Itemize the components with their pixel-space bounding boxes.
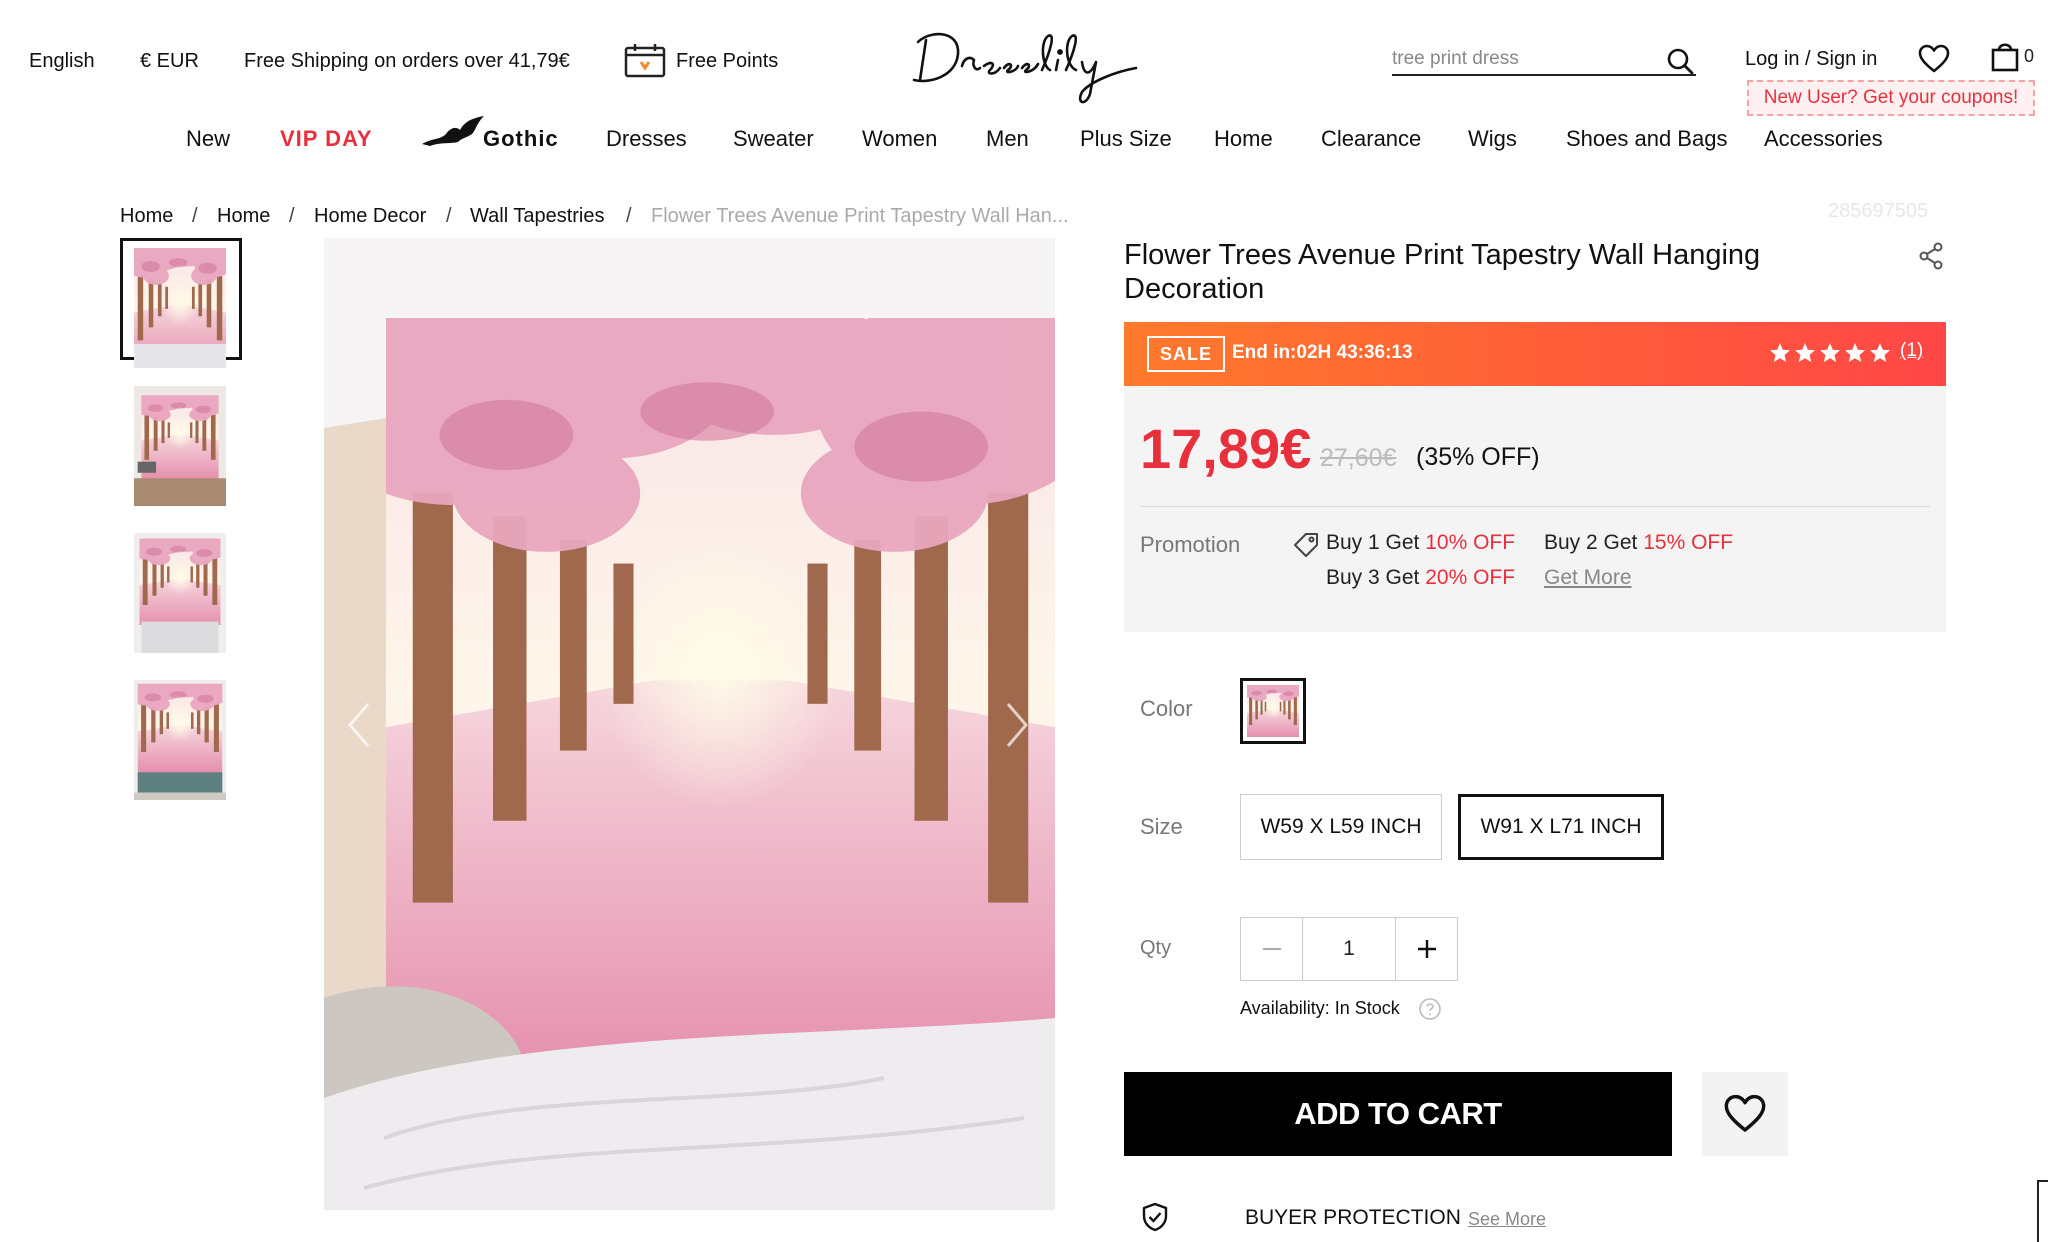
availability-status: Availability: In Stock (1240, 998, 1400, 1018)
product-title: Flower Trees Avenue Print Tapestry Wall … (1124, 239, 1761, 305)
breadcrumb-separator: / (446, 205, 452, 227)
add-to-wishlist-button[interactable] (1702, 1072, 1788, 1156)
breadcrumb-separator: / (192, 205, 198, 227)
next-image-arrow-icon[interactable] (1002, 700, 1032, 750)
nav-item-plus-size[interactable]: Plus Size (1080, 126, 1172, 152)
nav-item-home[interactable]: Home (1214, 126, 1273, 152)
edge-decoration (2037, 1180, 2048, 1242)
wishlist-heart-icon[interactable] (1918, 44, 1950, 74)
nav-item-sweater[interactable]: Sweater (733, 126, 814, 152)
quantity-stepper: 1 (1240, 917, 1458, 981)
help-question-icon[interactable] (1418, 997, 1442, 1021)
add-to-cart-button[interactable]: ADD TO CART (1124, 1072, 1672, 1156)
discount-percent: (35% OFF) (1416, 443, 1540, 471)
sale-badge: SALE (1147, 336, 1225, 372)
free-points-link[interactable]: Free Points (676, 50, 778, 73)
thumbnail-4[interactable] (134, 680, 226, 800)
nav-item-accessories[interactable]: Accessories (1764, 126, 1883, 152)
nav-item-wigs[interactable]: Wigs (1468, 126, 1517, 152)
dresslily-logo[interactable] (900, 22, 1170, 108)
free-shipping-text: Free Shipping on orders over 41,79€ (244, 50, 570, 72)
nav-item-vip-day[interactable]: VIP DAY (280, 126, 373, 152)
cart-count: 0 (2024, 46, 2035, 66)
thumbnail-3[interactable] (134, 533, 226, 653)
buyer-protection-label: BUYER PROTECTION (1245, 1206, 1461, 1229)
qty-input[interactable]: 1 (1303, 918, 1395, 980)
promotion-label: Promotion (1140, 532, 1241, 557)
divider (1140, 506, 1930, 507)
price-panel: 17,89€ 27,60€ (35% OFF) Promotion Buy 1 … (1124, 386, 1946, 632)
product-sku: 285697505 (1828, 200, 1929, 222)
login-link[interactable]: Log in / Sign in (1745, 48, 1877, 71)
promotion-tier-3: Buy 3 Get 20% OFF (1326, 566, 1516, 589)
sale-price: 17,89€ (1140, 417, 1312, 480)
color-swatch-selected[interactable] (1240, 678, 1306, 744)
share-icon[interactable] (1918, 242, 1944, 270)
breadcrumb-link-home-category[interactable]: Home (217, 205, 270, 228)
currency-selector[interactable]: € EUR (140, 50, 199, 73)
price-tag-icon (1294, 533, 1318, 557)
get-more-promotions-link[interactable]: Get More (1544, 566, 1632, 590)
breadcrumb-link-home-decor[interactable]: Home Decor (314, 205, 426, 228)
search-bar[interactable] (1392, 44, 1696, 76)
heart-icon (1724, 1094, 1766, 1132)
language-selector[interactable]: English (29, 50, 95, 73)
search-icon[interactable] (1666, 47, 1694, 75)
size-label: Size (1140, 814, 1183, 839)
previous-image-arrow-icon[interactable] (344, 700, 374, 750)
search-input[interactable] (1392, 44, 1652, 74)
bat-icon (422, 116, 484, 146)
shopping-bag-icon[interactable] (1990, 40, 2020, 72)
size-option-w59-l59[interactable]: W59 X L59 INCH (1240, 794, 1442, 860)
size-option-w91-l71[interactable]: W91 X L71 INCH (1458, 794, 1664, 860)
breadcrumb-separator: / (626, 205, 632, 227)
new-user-coupon-link[interactable]: New User? Get your coupons! (1747, 80, 2035, 116)
nav-item-gothic[interactable]: Gothic (483, 126, 559, 152)
thumbnail-2[interactable] (134, 386, 226, 506)
sale-countdown: End in:02H 43:36:13 (1232, 342, 1413, 363)
breadcrumb-link-home[interactable]: Home (120, 205, 173, 228)
main-product-image[interactable] (324, 238, 1055, 1210)
buyer-protection-see-more-link[interactable]: See More (1468, 1209, 1546, 1230)
qty-label: Qty (1140, 937, 1172, 959)
qty-increase-button[interactable] (1395, 918, 1457, 980)
shield-check-icon (1142, 1202, 1168, 1232)
minus-icon (1262, 948, 1281, 950)
calendar-icon[interactable] (624, 42, 666, 78)
breadcrumb-current-page: Flower Trees Avenue Print Tapestry Wall … (651, 205, 1069, 227)
main-navigation: New VIP DAY Gothic Dresses Sweater Women… (0, 116, 2048, 156)
original-price: 27,60€ (1320, 444, 1397, 472)
qty-decrease-button[interactable] (1241, 918, 1303, 980)
nav-item-new[interactable]: New (186, 126, 230, 152)
promotion-tier-2: Buy 2 Get 15% OFF (1544, 531, 1734, 554)
plus-icon (1417, 940, 1436, 958)
review-count-link[interactable]: (1) (1900, 340, 1923, 362)
nav-item-clearance[interactable]: Clearance (1321, 126, 1421, 152)
breadcrumb-link-wall-tapestries[interactable]: Wall Tapestries (470, 205, 605, 228)
nav-item-dresses[interactable]: Dresses (606, 126, 687, 152)
thumbnail-1[interactable] (134, 248, 226, 368)
flash-sale-bar: SALE End in:02H 43:36:13 (1) (1124, 322, 1946, 386)
nav-item-women[interactable]: Women (862, 126, 937, 152)
promotion-tier-1: Buy 1 Get 10% OFF (1326, 531, 1516, 554)
nav-item-shoes-and-bags[interactable]: Shoes and Bags (1566, 126, 1727, 152)
star-rating (1770, 343, 1890, 362)
nav-item-men[interactable]: Men (986, 126, 1029, 152)
breadcrumb-separator: / (289, 205, 295, 227)
color-label: Color (1140, 696, 1193, 721)
